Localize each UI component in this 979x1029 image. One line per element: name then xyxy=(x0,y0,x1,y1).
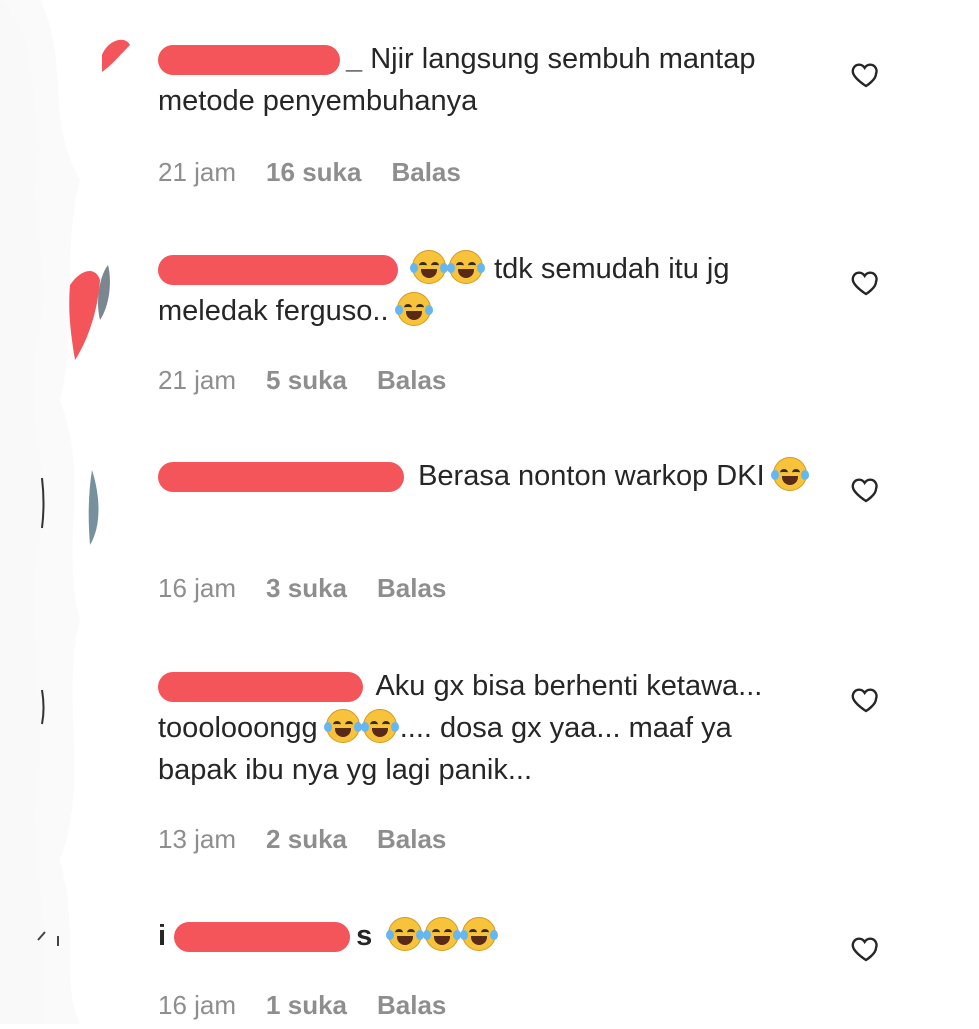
comment-time: 16 jam xyxy=(158,990,237,1020)
face-with-tears-of-joy-icon xyxy=(323,709,362,743)
face-with-tears-of-joy-icon xyxy=(360,709,399,743)
comment-text: Berasa nonton warkop DKI xyxy=(158,455,818,497)
username-suffix: _ xyxy=(346,43,363,75)
redacted-username xyxy=(158,672,363,703)
comment-likes[interactable]: 3 suka xyxy=(266,573,347,604)
comment-likes[interactable]: 5 suka xyxy=(266,365,347,396)
heart-icon[interactable] xyxy=(850,932,882,964)
comment-time: 13 jam xyxy=(158,824,237,854)
reply-button[interactable]: Balas xyxy=(377,824,446,855)
comment-meta: 21 jam 16 suka Balas xyxy=(158,157,461,188)
comment-likes[interactable]: 2 suka xyxy=(266,824,347,855)
obscured-avatar-strip xyxy=(0,0,150,1024)
face-with-tears-of-joy-icon xyxy=(386,917,425,951)
face-with-tears-of-joy-icon xyxy=(460,917,499,951)
face-with-tears-of-joy-icon xyxy=(394,292,433,326)
reply-button[interactable]: Balas xyxy=(391,157,460,188)
comment-text: _ Njir langsung sembuh mantap metode pen… xyxy=(158,38,818,122)
redacted-username xyxy=(158,462,404,493)
heart-icon[interactable] xyxy=(850,58,882,90)
face-with-tears-of-joy-icon xyxy=(770,457,809,491)
comment-meta: 16 jam 1 suka Balas xyxy=(158,990,446,1021)
reply-button[interactable]: Balas xyxy=(377,365,446,396)
face-with-tears-of-joy-icon xyxy=(410,250,449,284)
reply-button[interactable]: Balas xyxy=(377,573,446,604)
comment-meta: 21 jam 5 suka Balas xyxy=(158,365,446,396)
comment-time: 21 jam xyxy=(158,365,237,395)
heart-icon[interactable] xyxy=(850,473,882,505)
heart-icon[interactable] xyxy=(850,266,882,298)
redacted-username xyxy=(174,922,351,953)
username-prefix: i xyxy=(158,920,167,952)
comment-body: Berasa nonton warkop DKI xyxy=(418,460,765,492)
comment-likes[interactable]: 1 suka xyxy=(266,990,347,1021)
face-with-tears-of-joy-icon xyxy=(447,250,486,284)
comment-meta: 16 jam 3 suka Balas xyxy=(158,573,446,604)
comment-text: i s xyxy=(158,915,818,957)
username-suffix: s xyxy=(356,920,373,952)
comment-meta: 13 jam 2 suka Balas xyxy=(158,824,446,855)
comment-text: Aku gx bisa berhenti ketawa... tooolooon… xyxy=(158,665,818,791)
reply-button[interactable]: Balas xyxy=(377,990,446,1021)
comment-time: 16 jam xyxy=(158,573,237,603)
heart-icon[interactable] xyxy=(850,683,882,715)
face-with-tears-of-joy-icon xyxy=(423,917,462,951)
comment-text: tdk semudah itu jg meledak ferguso.. xyxy=(158,248,818,332)
comment-likes[interactable]: 16 suka xyxy=(266,157,361,188)
comment-time: 21 jam xyxy=(158,157,237,187)
redacted-username xyxy=(158,45,340,76)
redacted-username xyxy=(158,255,398,286)
